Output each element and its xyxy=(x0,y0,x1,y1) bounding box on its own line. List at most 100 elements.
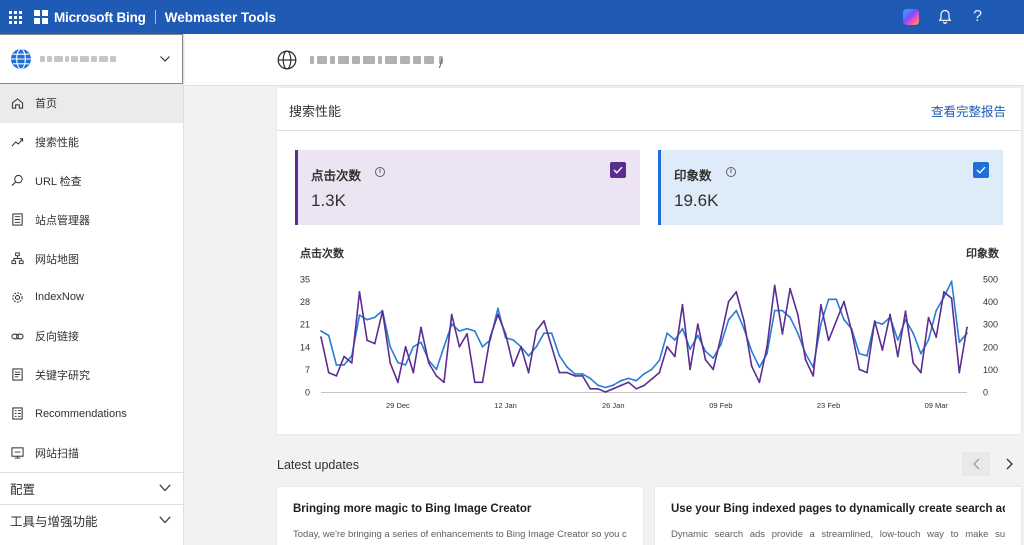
impressions-data-point xyxy=(343,364,345,366)
product-name[interactable]: Webmaster Tools xyxy=(165,10,276,25)
impressions-data-point xyxy=(589,377,592,380)
clicks-data-point xyxy=(920,371,922,374)
impressions-data-point xyxy=(912,332,915,335)
sidebar-item-link[interactable]: 反向链接 xyxy=(0,317,183,356)
account-button[interactable] xyxy=(1002,7,1022,27)
clicks-data-point xyxy=(843,300,845,303)
update-card[interactable]: Use your Bing indexed pages to dynamical… xyxy=(655,487,1021,545)
clicks-data-point xyxy=(720,336,722,338)
clicks-data-point xyxy=(635,387,638,390)
impressions-data-point xyxy=(497,307,499,310)
impressions-data-point xyxy=(712,357,715,359)
clicks-data-point xyxy=(804,358,807,361)
site-url-redacted: / xyxy=(310,55,443,71)
impressions-data-point xyxy=(550,332,553,335)
chevron-left-icon xyxy=(973,458,980,470)
impressions-data-point xyxy=(673,339,676,341)
y-right-tick-label: 300 xyxy=(983,320,998,330)
sidebar-item-gear[interactable]: IndexNow xyxy=(0,278,183,317)
clicks-data-point xyxy=(373,342,376,345)
clicks-data-point xyxy=(558,371,561,374)
impressions-data-point xyxy=(796,332,799,335)
update-card-body: Today, we're bringing a series of enhanc… xyxy=(293,529,627,540)
sidebar-item-label: 网站地图 xyxy=(35,253,79,266)
bell-icon[interactable] xyxy=(938,9,952,25)
performance-chart: 0 7 14 21 28 35 0 100 200 300 400 500 29 Dec 12 Jan 26… xyxy=(300,275,998,411)
impressions-data-point xyxy=(958,341,961,344)
clicks-data-point xyxy=(450,313,453,316)
impressions-data-point xyxy=(435,368,438,371)
impressions-data-point xyxy=(820,323,822,326)
clicks-data-point xyxy=(712,368,715,371)
update-card-body: Dynamic search ads provide a streamlined… xyxy=(671,529,1005,540)
sidebar-item-home[interactable]: 首页 xyxy=(0,84,183,123)
sidebar-section-tools[interactable]: 工具与增强功能 xyxy=(0,503,183,536)
impressions-data-point xyxy=(573,373,576,375)
clicks-data-point xyxy=(627,381,630,384)
gear-icon xyxy=(10,290,24,304)
sidebar-item-document[interactable]: 关键字研究 xyxy=(0,356,183,395)
help-icon[interactable]: ? xyxy=(973,8,982,26)
sidebar-section-config[interactable]: 配置 xyxy=(0,471,183,504)
impressions-data-point xyxy=(581,373,584,375)
sidebar-item-scan[interactable]: 网站扫描 xyxy=(0,433,183,472)
document-icon xyxy=(10,368,24,382)
trend-icon xyxy=(10,135,24,149)
site-selector[interactable] xyxy=(0,34,183,84)
clicks-data-point xyxy=(358,291,361,293)
y-right-tick-label: 0 xyxy=(983,388,988,398)
impressions-data-point xyxy=(389,345,392,348)
clicks-data-point xyxy=(820,303,822,306)
impressions-data-point xyxy=(604,386,607,389)
chevron-right-icon xyxy=(1006,458,1013,470)
clicks-data-point xyxy=(412,371,415,374)
copilot-icon[interactable] xyxy=(903,9,920,25)
impressions-data-point xyxy=(527,354,530,357)
impressions-series-line xyxy=(320,280,968,389)
impressions-data-point xyxy=(404,364,407,366)
clicks-data-point xyxy=(896,355,899,358)
impressions-data-point xyxy=(696,334,699,337)
clicks-data-point xyxy=(827,339,830,342)
clicks-data-point xyxy=(912,362,915,364)
update-card-title[interactable]: Use your Bing indexed pages to dynamical… xyxy=(671,503,1005,515)
y-left-tick-label: 35 xyxy=(300,275,310,285)
sidebar-section-label: 工具与增强功能 xyxy=(10,514,98,529)
clicks-data-point xyxy=(966,326,968,329)
impressions-data-point xyxy=(558,354,561,357)
chevron-down-icon xyxy=(160,56,170,62)
clicks-data-point xyxy=(812,375,815,377)
sidebar-item-trend[interactable]: 搜索性能 xyxy=(0,123,183,162)
clicks-data-point xyxy=(681,303,684,306)
sidebar-item-label: 关键字研究 xyxy=(35,369,90,382)
y-left-tick-label: 7 xyxy=(305,365,310,375)
sidebar-item-sitemap[interactable]: 网站地图 xyxy=(0,239,183,278)
clicks-data-point xyxy=(781,333,784,335)
brand-divider xyxy=(154,10,156,24)
impressions-data-point xyxy=(473,330,476,332)
app-launcher-icon[interactable] xyxy=(0,0,30,34)
sitemap-icon xyxy=(10,252,24,266)
brand-name[interactable]: Microsoft Bing xyxy=(54,10,146,25)
clicks-data-point xyxy=(543,320,545,322)
clicks-data-point xyxy=(597,387,599,390)
sidebar-item-search[interactable]: URL 检查 xyxy=(0,162,183,201)
impressions-data-point xyxy=(681,327,684,330)
clicks-data-point xyxy=(758,381,761,384)
clicks-data-point xyxy=(566,371,568,374)
clicks-data-point xyxy=(320,336,322,338)
sidebar-item-list[interactable]: 站点管理器 xyxy=(0,200,183,239)
update-card[interactable]: Bringing more magic to Bing Image Creato… xyxy=(277,487,643,545)
clicks-data-point xyxy=(497,313,499,316)
carousel-prev-button[interactable] xyxy=(962,452,990,476)
sidebar-item-checklist[interactable]: Recommendations xyxy=(0,394,183,433)
clicks-data-point xyxy=(589,387,592,390)
clicks-data-point xyxy=(904,310,907,313)
impressions-data-point xyxy=(689,348,691,350)
sidebar-item-label: 站点管理器 xyxy=(35,214,90,227)
impressions-data-point xyxy=(704,350,707,353)
clicks-data-point xyxy=(481,381,484,384)
carousel-next-button[interactable] xyxy=(996,452,1024,476)
impressions-data-point xyxy=(658,359,661,362)
update-card-title[interactable]: Bringing more magic to Bing Image Creato… xyxy=(293,503,627,515)
